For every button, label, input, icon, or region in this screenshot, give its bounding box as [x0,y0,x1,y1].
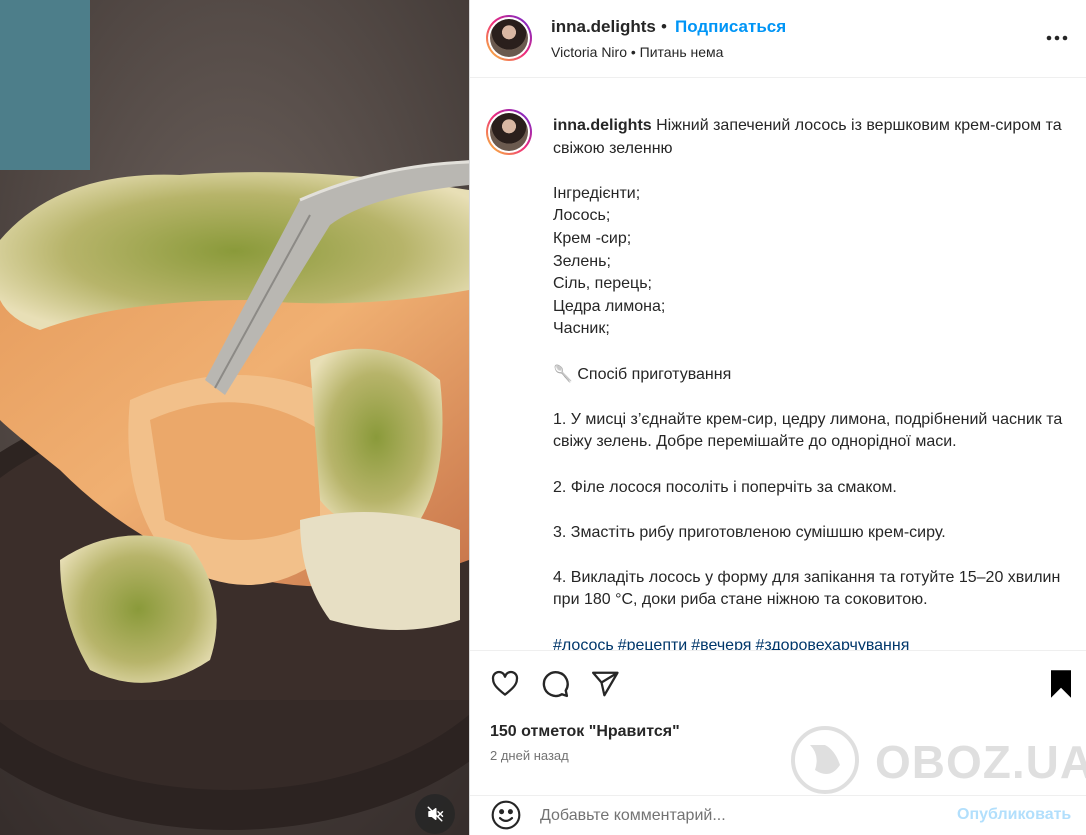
comment-input[interactable] [540,802,940,830]
post-timestamp[interactable]: 2 дней назад [490,748,569,763]
caption-section: inna.delights Ніжний запечений лосось із… [470,79,1086,650]
paper-plane-icon[interactable] [590,669,620,704]
ingredient-item: Часник; [553,320,610,338]
step-item: 1. У мисці з’єднайте крем-сир, цедру лим… [553,410,1063,451]
step-item: 2. Філе лосося посоліть і поперчіть за с… [553,478,897,496]
ingredients-heading: Інгредієнти; [553,184,641,202]
ingredient-item: Крем -сир; [553,229,632,247]
hashtag-link[interactable]: #здоровехарчування [755,637,909,650]
likes-count[interactable]: 150 отметок "Нравится" [490,723,680,741]
ingredient-item: Зелень; [553,252,611,270]
post-header: inna.delights • Подписаться Victoria Nir… [470,0,1086,78]
hashtag-link[interactable]: #вечеря [691,637,751,650]
post-panel: inna.delights • Подписаться Victoria Nir… [469,0,1086,835]
avatar[interactable] [486,109,532,155]
actions-bar: 150 отметок "Нравится" 2 дней назад [470,650,1086,795]
heart-icon[interactable] [490,669,520,704]
food-photo [0,0,469,835]
caption-text: inna.delights Ніжний запечений лосось із… [553,115,1083,650]
muted-speaker-icon [426,805,444,823]
ingredient-item: Лосось; [553,207,611,225]
separator-dot: • [661,17,667,36]
author-username[interactable]: inna.delights [551,17,656,37]
step-item: 3. Змастіть рибу приготовленою сумішшю к… [553,523,946,541]
bookmark-icon[interactable] [1048,669,1074,704]
post-media[interactable] [0,0,469,835]
publish-button[interactable]: Опубликовать [957,806,1071,824]
more-options-icon[interactable] [1046,28,1068,46]
comment-bar: Опубликовать [470,795,1086,835]
hashtag-link[interactable]: #лосось [553,637,614,650]
step-item: 4. Викладіть лосось у форму для запіканн… [553,568,1061,609]
audio-subtitle[interactable]: Victoria Niro • Питань нема [551,44,723,60]
avatar[interactable] [486,15,532,61]
emoji-icon[interactable] [490,799,522,835]
method-heading: 🥄 Спосіб приготування [553,365,732,383]
caption-username[interactable]: inna.delights [553,117,652,134]
hashtag-link[interactable]: #рецепти [618,637,688,650]
follow-button[interactable]: Подписаться [675,17,786,37]
ingredient-item: Цедра лимона; [553,297,666,315]
ingredient-item: Сіль, перець; [553,275,652,293]
hashtags: #лосось #рецепти #вечеря #здоровехарчування [553,635,1083,650]
mute-button[interactable] [415,794,455,834]
comment-icon[interactable] [540,669,570,704]
